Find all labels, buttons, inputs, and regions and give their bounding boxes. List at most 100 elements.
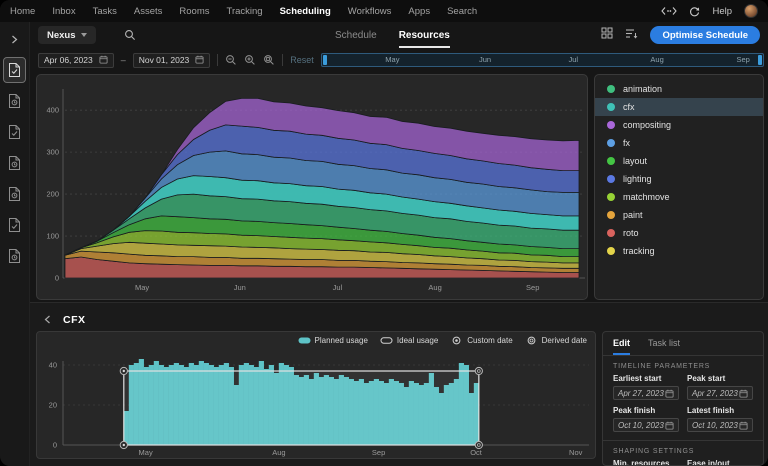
expand-rail-chevron-icon[interactable] — [6, 30, 24, 48]
code-icon[interactable] — [661, 6, 678, 16]
legend-color-dot — [607, 157, 615, 165]
usage-detail-card: Planned usage Ideal usage Custom date Deriv… — [36, 331, 596, 459]
start-date-field[interactable]: Apr 06, 2023 — [38, 51, 114, 69]
zoom-in-icon[interactable] — [244, 54, 256, 66]
field-label: Latest finish — [687, 406, 735, 415]
legend-item-roto[interactable]: roto — [595, 224, 763, 242]
minimap-left-handle[interactable] — [322, 55, 327, 65]
optimise-schedule-button[interactable]: Optimise Schedule — [650, 26, 760, 44]
end-date-value: Nov 01, 2023 — [138, 55, 190, 65]
minimap-right-handle[interactable] — [758, 55, 762, 65]
legend-item-paint[interactable]: paint — [595, 206, 763, 224]
field-min-resources-label: Min. resources — [613, 459, 670, 466]
nav-item-rooms[interactable]: Rooms — [179, 6, 209, 17]
refresh-icon[interactable] — [689, 6, 700, 17]
minimap-month-label: May — [385, 55, 400, 64]
custom-date-handle[interactable] — [119, 440, 128, 450]
legend-item-label: fx — [623, 138, 631, 148]
legend-item-lighting[interactable]: lighting — [595, 170, 763, 188]
zoom-out-icon[interactable] — [225, 54, 237, 66]
back-chevron-icon[interactable] — [44, 311, 51, 329]
legend-item-fx[interactable]: fx — [595, 134, 763, 152]
nav-item-tracking[interactable]: Tracking — [227, 6, 263, 17]
legend-item-label: paint — [623, 210, 643, 220]
field-peak-start-input[interactable]: Apr 27, 2023 — [687, 386, 753, 400]
legend-color-dot — [607, 139, 615, 147]
legend-color-dot — [607, 103, 615, 111]
usage-bar-chart[interactable]: 0 20 40 May Aug Sep Oct Nov — [37, 344, 596, 459]
toolbar: Nexus Schedule Resources Optimise Schedul… — [30, 22, 768, 48]
field-value: Oct 10, 2023 — [618, 420, 664, 430]
project-name: Nexus — [47, 29, 76, 41]
svg-text:Sep: Sep — [372, 448, 385, 457]
ideal-usage-rect[interactable] — [123, 370, 480, 446]
field-ease-in-out-label: Ease in/out — [687, 459, 730, 466]
view-tabs: Schedule Resources — [335, 22, 450, 48]
nav-item-inbox[interactable]: Inbox — [52, 6, 75, 17]
legend-item-animation[interactable]: animation — [595, 80, 763, 98]
zoom-fit-icon[interactable] — [263, 54, 275, 66]
rail-document-clock-icon[interactable] — [4, 182, 25, 206]
nav-item-search[interactable]: Search — [447, 6, 477, 17]
legend-color-dot — [607, 85, 615, 93]
nav-item-scheduling[interactable]: Scheduling — [280, 6, 331, 17]
timeline-minimap[interactable]: May Jun Jul Aug Sep — [320, 53, 764, 67]
app-window: Home Inbox Tasks Assets Rooms Tracking Schedul… — [0, 0, 768, 466]
nav-item-apps[interactable]: Apps — [408, 6, 430, 17]
tab-resources[interactable]: Resources — [398, 22, 450, 48]
field-earliest-start-input[interactable]: Apr 27, 2023 — [613, 386, 679, 400]
end-date-field[interactable]: Nov 01, 2023 — [132, 52, 211, 68]
legend-item-layout[interactable]: layout — [595, 152, 763, 170]
field-peak-finish-input[interactable]: Oct 10, 2023 — [613, 418, 679, 432]
toolbar-right: Optimise Schedule — [601, 26, 760, 44]
field-value: Oct 10, 2023 — [692, 420, 738, 430]
legend-color-dot — [607, 121, 615, 129]
svg-text:May: May — [139, 448, 153, 457]
svg-text:Sep: Sep — [526, 283, 539, 292]
sort-icon[interactable] — [625, 26, 638, 44]
legend-item-cfx[interactable]: cfx — [595, 98, 763, 116]
svg-text:May: May — [135, 283, 149, 292]
project-selector[interactable]: Nexus — [38, 26, 96, 44]
field-latest-finish-input[interactable]: Oct 10, 2023 — [687, 418, 753, 432]
nav-item-tasks[interactable]: Tasks — [93, 6, 117, 17]
stacked-area-chart[interactable]: 0 100 200 300 400 May Jun Jul Aug Sep — [37, 75, 587, 299]
legend-item-compositing[interactable]: compositing — [595, 116, 763, 134]
grid-view-icon[interactable] — [601, 26, 613, 44]
rail-document-clock-icon[interactable] — [4, 151, 25, 175]
edit-panel: Edit Task list TIMELINE PARAMETERS Earlie… — [602, 331, 764, 466]
nav-item-assets[interactable]: Assets — [134, 6, 163, 17]
nav-item-home[interactable]: Home — [10, 6, 35, 17]
field-label: Peak start — [687, 374, 726, 383]
tab-task-list[interactable]: Task list — [648, 338, 680, 355]
custom-date-handle[interactable] — [119, 366, 128, 376]
svg-text:100: 100 — [46, 232, 59, 241]
derived-date-handle[interactable] — [474, 366, 483, 376]
legend-item-label: roto — [623, 228, 639, 238]
tab-edit[interactable]: Edit — [613, 338, 630, 355]
avatar[interactable] — [744, 4, 758, 18]
svg-text:Nov: Nov — [569, 448, 583, 457]
legend-item-matchmove[interactable]: matchmove — [595, 188, 763, 206]
search-icon[interactable] — [124, 28, 136, 46]
detail-section: CFX Planned usage Ideal usage Custom date D… — [30, 302, 768, 466]
shaping-settings-heading: SHAPING SETTINGS — [613, 448, 695, 455]
rail-document-clock-icon[interactable] — [4, 89, 25, 113]
help-link[interactable]: Help — [712, 6, 732, 17]
nav-item-workflows[interactable]: Workflows — [348, 6, 392, 17]
field-label: Earliest start — [613, 374, 662, 383]
calendar-icon — [739, 389, 748, 398]
minimap-month-label: Sep — [736, 55, 750, 64]
shaping-settings-fields: Min. resources Ease in/out — [603, 457, 763, 466]
calendar-icon — [99, 51, 108, 69]
field-value: Apr 27, 2023 — [618, 388, 664, 398]
reset-button[interactable]: Reset — [290, 55, 314, 65]
legend-item-tracking[interactable]: tracking — [595, 242, 763, 260]
svg-text:0: 0 — [55, 274, 59, 283]
tab-schedule[interactable]: Schedule — [335, 22, 377, 48]
field-value: Apr 27, 2023 — [692, 388, 738, 398]
rail-document-check-icon[interactable] — [4, 213, 25, 237]
rail-document-clock-icon[interactable] — [4, 244, 25, 268]
rail-document-check-icon[interactable] — [4, 120, 25, 144]
rail-document-check-icon[interactable] — [3, 57, 26, 83]
